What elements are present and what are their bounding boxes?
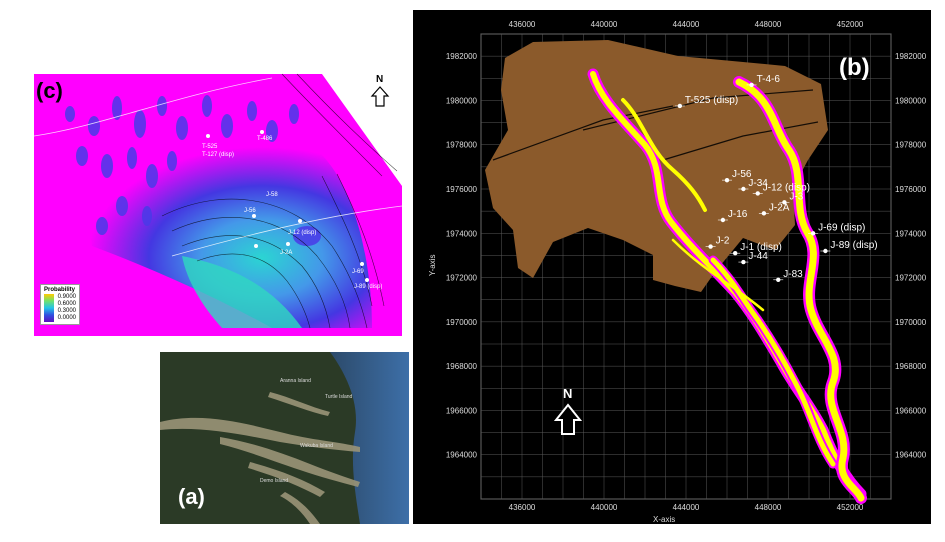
x-tick-label: 448000 — [755, 503, 782, 512]
y-tick-label: 1976000 — [895, 185, 927, 194]
well-label: J-16 — [728, 209, 748, 220]
satellite-image-panel: Aranna Island Turtle Island Wakuba Islan… — [160, 352, 409, 524]
y-tick-label: 1980000 — [446, 96, 478, 105]
y-tick-label: 1966000 — [895, 406, 927, 415]
well-label: T-525 — [202, 144, 218, 150]
y-tick-label: 1968000 — [446, 362, 478, 371]
y-tick-label: 1964000 — [446, 451, 478, 460]
place-label: Turtle Island — [325, 394, 353, 400]
x-tick-label: 452000 — [837, 20, 864, 29]
x-tick-label: 440000 — [591, 20, 618, 29]
y-tick-label: 1968000 — [895, 362, 927, 371]
legend-value: 0.3000 — [57, 308, 77, 314]
y-tick-label: 1980000 — [895, 96, 927, 105]
probability-map: T-525 T-127 (disp) T-486 J-56 J-58 J-12 … — [22, 66, 410, 348]
legend-values: 0.9000 0.6000 0.3000 0.0000 — [58, 294, 76, 322]
x-tick-label: 448000 — [755, 20, 782, 29]
well-label: J-89 (disp) — [354, 284, 382, 290]
y-tick-label: 1970000 — [895, 318, 927, 327]
y-tick-label: 1974000 — [446, 229, 478, 238]
well-label: J-2A — [769, 202, 790, 213]
well-label: J-69 — [352, 269, 364, 275]
y-tick-label: 1982000 — [895, 52, 927, 61]
well-label: J-56 — [244, 208, 256, 214]
well-label: J-69 (disp) — [818, 222, 865, 233]
y-tick-label: 1972000 — [895, 274, 927, 283]
north-label: N — [563, 386, 572, 401]
legend-color-ramp — [44, 294, 54, 322]
legend-value: 0.6000 — [57, 301, 77, 307]
well-label: J-83 — [783, 269, 803, 280]
panel-label-c: (c) — [36, 78, 63, 103]
legend-value: 0.0000 — [57, 315, 77, 321]
y-tick-label: 1982000 — [446, 52, 478, 61]
x-tick-label: 444000 — [673, 503, 700, 512]
place-label: Wakuba Island — [300, 443, 333, 449]
place-label: Demo Island — [260, 478, 288, 484]
y-tick-label: 1964000 — [895, 451, 927, 460]
y-tick-label: 1978000 — [446, 141, 478, 150]
x-tick-label: 440000 — [591, 503, 618, 512]
x-tick-label: 444000 — [673, 20, 700, 29]
legend-value: 0.9000 — [57, 294, 77, 300]
y-tick-label: 1976000 — [446, 185, 478, 194]
well-label: T-4-6 — [757, 74, 781, 85]
well-label: J-2 — [716, 236, 730, 247]
y-tick-label: 1966000 — [446, 406, 478, 415]
place-label: Aranna Island — [280, 378, 311, 384]
well-label: J-2A — [280, 250, 292, 256]
x-tick-label: 452000 — [837, 503, 864, 512]
well-label: J-44 — [748, 251, 768, 262]
well-label: J-12 (disp) — [288, 230, 316, 236]
y-tick-label: 1972000 — [446, 274, 478, 283]
well-label: T-486 — [257, 136, 273, 142]
well-label: J-3 — [789, 191, 803, 202]
facies-model-panel: 436000 436000 440000 440000 444000 444000 4480… — [413, 10, 931, 524]
x-tick-label: 436000 — [509, 20, 536, 29]
x-axis-title: X-axis — [653, 515, 675, 524]
well-label: T-127 (disp) — [202, 152, 234, 158]
y-tick-label: 1978000 — [895, 141, 927, 150]
north-label: N — [376, 74, 383, 85]
y-tick-label: 1970000 — [446, 318, 478, 327]
well-label: T-525 (disp) — [685, 95, 738, 106]
y-axis-title: Y-axis — [428, 255, 437, 277]
x-tick-label: 436000 — [509, 503, 536, 512]
legend-title: Probability — [44, 287, 76, 293]
panel-label-b: (b) — [839, 54, 870, 81]
well-label: J-89 (disp) — [830, 240, 877, 251]
facies-model-plot: 436000 436000 440000 440000 444000 444000 4480… — [413, 10, 931, 524]
well-label: J-58 — [266, 192, 278, 198]
probability-map-panel: T-525 T-127 (disp) T-486 J-56 J-58 J-12 … — [22, 66, 410, 348]
panel-label-a: (a) — [178, 484, 205, 509]
probability-legend: Probability 0.9000 0.6000 0.3000 0.0000 — [40, 284, 81, 325]
y-tick-label: 1974000 — [895, 229, 927, 238]
